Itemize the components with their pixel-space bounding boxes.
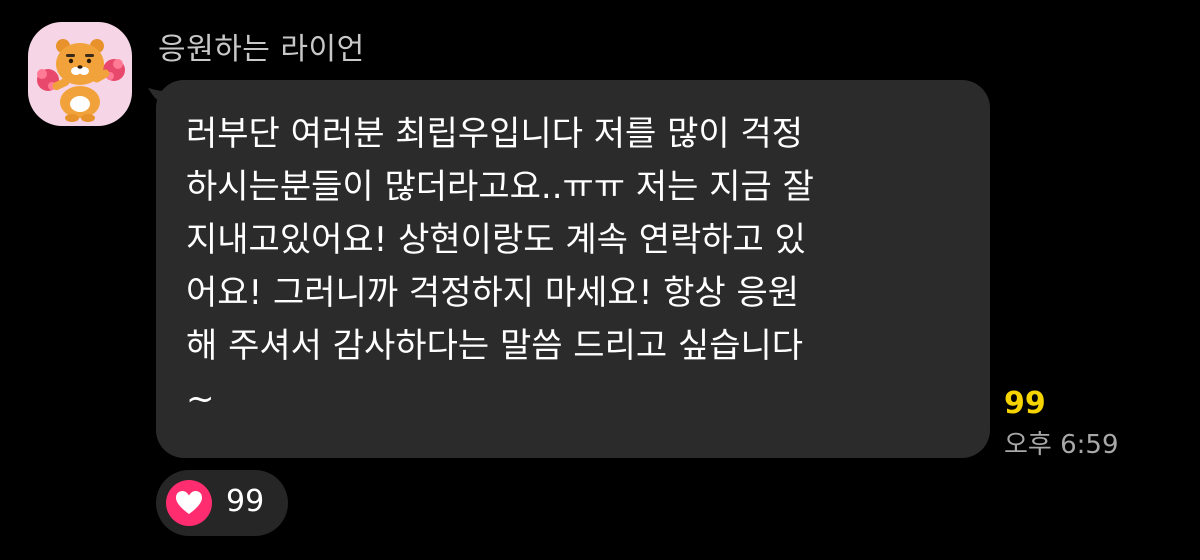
message-line: 러부단 여러분 최립우입니다 저를 많이 걱정 xyxy=(186,114,804,154)
message-line: 해 주셔서 감사하다는 말씀 드리고 싶습니다 xyxy=(186,326,804,366)
reaction-chip[interactable]: 99 xyxy=(156,470,288,536)
sender-name: 응원하는 라이언 xyxy=(158,32,365,67)
sender-avatar[interactable] xyxy=(28,22,132,126)
reaction-count: 99 xyxy=(226,484,265,519)
message-line: 지내고있어요! 상현이랑도 계속 연락하고 있 xyxy=(186,220,806,260)
message-line: 하시는분들이 많더라고요..ㅠㅠ 저는 지금 잘 xyxy=(186,167,814,207)
unread-count: 99 xyxy=(1004,386,1046,421)
ryan-cheering-icon xyxy=(37,39,125,122)
message-line: 어요! 그러니까 걱정하지 마세요! 항상 응원 xyxy=(186,273,800,313)
heart-icon xyxy=(166,480,212,526)
message-text: 러부단 여러분 최립우입니다 저를 많이 걱정 하시는분들이 많더라고요..ㅠㅠ… xyxy=(186,108,966,426)
message-bubble[interactable]: 러부단 여러분 최립우입니다 저를 많이 걱정 하시는분들이 많더라고요..ㅠㅠ… xyxy=(156,80,990,458)
message-timestamp: 오후 6:59 xyxy=(1004,430,1119,460)
message-line: ~ xyxy=(186,379,215,419)
